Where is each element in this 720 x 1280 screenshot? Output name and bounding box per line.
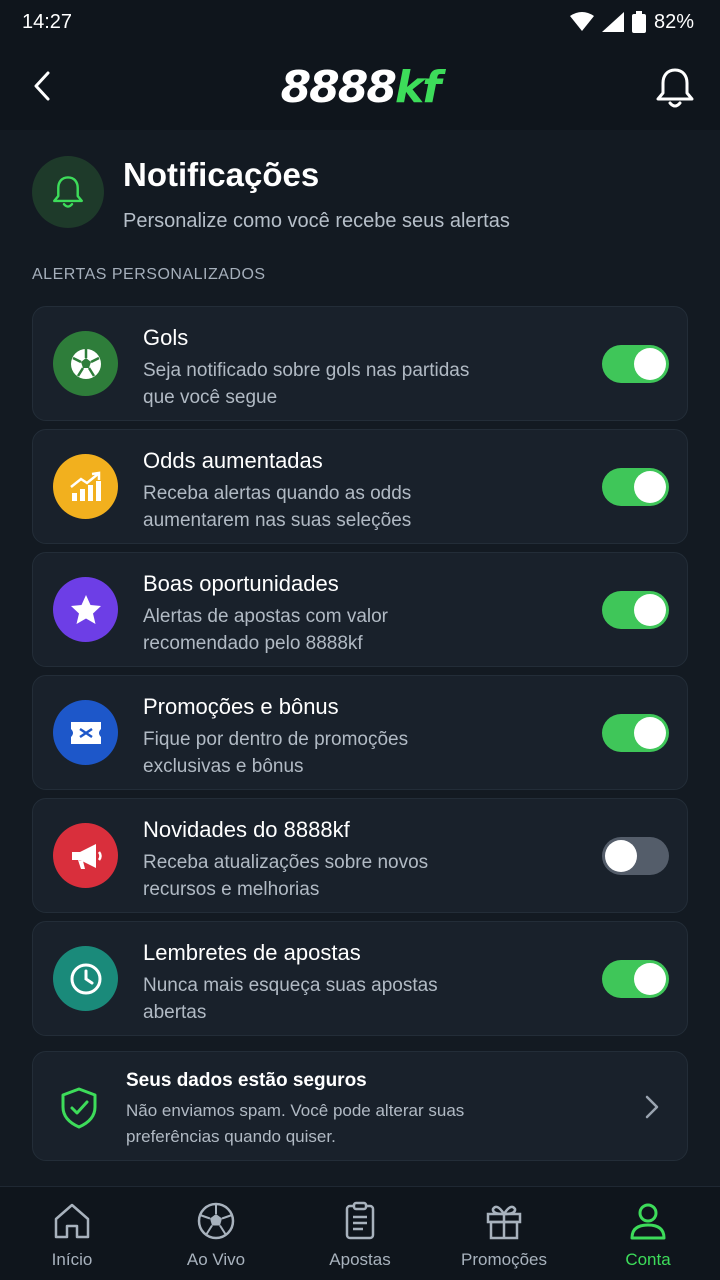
bell-icon[interactable] <box>654 66 696 110</box>
toggle-knob <box>605 840 637 872</box>
back-arrow-icon[interactable] <box>26 68 58 104</box>
betslip-icon <box>345 1201 375 1240</box>
nav-label: Promoções <box>461 1250 547 1269</box>
nav-label: Conta <box>625 1250 671 1269</box>
alert-title: Odds aumentadas <box>143 448 323 473</box>
page-subtitle: Personalize como você recebe seus alerta… <box>123 210 510 232</box>
novidades-toggle[interactable] <box>602 837 669 875</box>
alert-description: Alertas de apostas com valor recomendado… <box>143 606 389 654</box>
status-time: 14:27 <box>22 10 73 33</box>
alert-description: Fique por dentro de promoções exclusivas… <box>143 729 409 777</box>
bell-icon <box>53 176 83 208</box>
gift-icon <box>486 1205 522 1240</box>
nav-item-ao-vivo[interactable]: Ao Vivo <box>144 1187 288 1280</box>
logo-main: 8888 <box>280 61 397 113</box>
page-header: Notificações Personalize como você receb… <box>32 156 692 246</box>
toggle-knob <box>634 963 666 995</box>
alert-card-gols: Gols Seja notificado sobre gols nas part… <box>32 306 688 421</box>
secure-description: Não enviamos spam. Você pode alterar sua… <box>126 1101 465 1146</box>
chevron-right-icon <box>645 1095 659 1119</box>
wifi-icon <box>569 12 594 31</box>
nav-item-apostas[interactable]: Apostas <box>288 1187 432 1280</box>
section-label: ALERTAS PERSONALIZADOS <box>32 266 266 283</box>
nav-item-promocoes[interactable]: Promoções <box>432 1187 576 1280</box>
top-app-bar: 8888kf <box>0 44 720 130</box>
data-security-card[interactable]: Seus dados estão seguros Não enviamos sp… <box>32 1051 688 1161</box>
nav-item-conta[interactable]: Conta <box>576 1187 720 1280</box>
toggle-knob <box>634 594 666 626</box>
user-icon <box>630 1203 666 1240</box>
toggle-knob <box>634 348 666 380</box>
toggle-knob <box>634 717 666 749</box>
trending-up-icon <box>53 454 118 519</box>
bottom-navigation: Início Ao Vivo Apostas Promoções Conta <box>0 1186 720 1280</box>
gols-toggle[interactable] <box>602 345 669 383</box>
lembretes-toggle[interactable] <box>602 960 669 998</box>
alert-description: Receba atualizações sobre novos recursos… <box>143 852 429 900</box>
brand-logo: 8888kf <box>280 61 442 113</box>
logo-accent: kf <box>395 61 441 113</box>
nav-label: Início <box>51 1250 93 1269</box>
soccer-ball-icon <box>53 331 118 396</box>
nav-item-inicio[interactable]: Início <box>0 1187 144 1280</box>
clock-icon <box>53 946 118 1011</box>
home-icon <box>54 1203 90 1239</box>
alert-card-promocoes: Promoções e bônus Fique por dentro de pr… <box>32 675 688 790</box>
star-icon <box>53 577 118 642</box>
nav-label: Apostas <box>329 1250 391 1269</box>
secure-title: Seus dados estão seguros <box>126 1070 367 1091</box>
header-bell-badge <box>32 156 104 228</box>
alert-title: Novidades do 8888kf <box>143 817 350 842</box>
megaphone-icon <box>53 823 118 888</box>
alert-card-odds: Odds aumentadas Receba alertas quando as… <box>32 429 688 544</box>
signal-icon <box>601 12 624 32</box>
alert-title: Gols <box>143 325 189 350</box>
status-icons: 82% <box>569 10 694 34</box>
alert-title: Boas oportunidades <box>143 571 339 596</box>
battery-level: 82% <box>653 10 694 33</box>
nav-label: Ao Vivo <box>186 1250 246 1269</box>
oportunidades-toggle[interactable] <box>602 591 669 629</box>
toggle-knob <box>634 471 666 503</box>
alert-card-novidades: Novidades do 8888kf Receba atualizações … <box>32 798 688 913</box>
alert-description: Nunca mais esqueça suas apostas abertas <box>143 975 438 1023</box>
odds-toggle[interactable] <box>602 468 669 506</box>
status-bar: 14:27 82% <box>0 0 720 44</box>
battery-icon <box>631 11 646 33</box>
alert-title: Promoções e bônus <box>143 694 339 719</box>
promocoes-toggle[interactable] <box>602 714 669 752</box>
alert-description: Seja notificado sobre gols nas partidas … <box>143 360 470 408</box>
alert-card-lembretes: Lembretes de apostas Nunca mais esqueça … <box>32 921 688 1036</box>
alert-description: Receba alertas quando as odds aumentarem… <box>143 483 412 531</box>
soccer-ball-icon <box>197 1202 235 1240</box>
ticket-icon <box>53 700 118 765</box>
alert-card-oportunidades: Boas oportunidades Alertas de apostas co… <box>32 552 688 667</box>
alert-title: Lembretes de apostas <box>143 940 361 965</box>
shield-check-icon <box>61 1087 97 1129</box>
page-title: Notificações <box>123 156 320 193</box>
